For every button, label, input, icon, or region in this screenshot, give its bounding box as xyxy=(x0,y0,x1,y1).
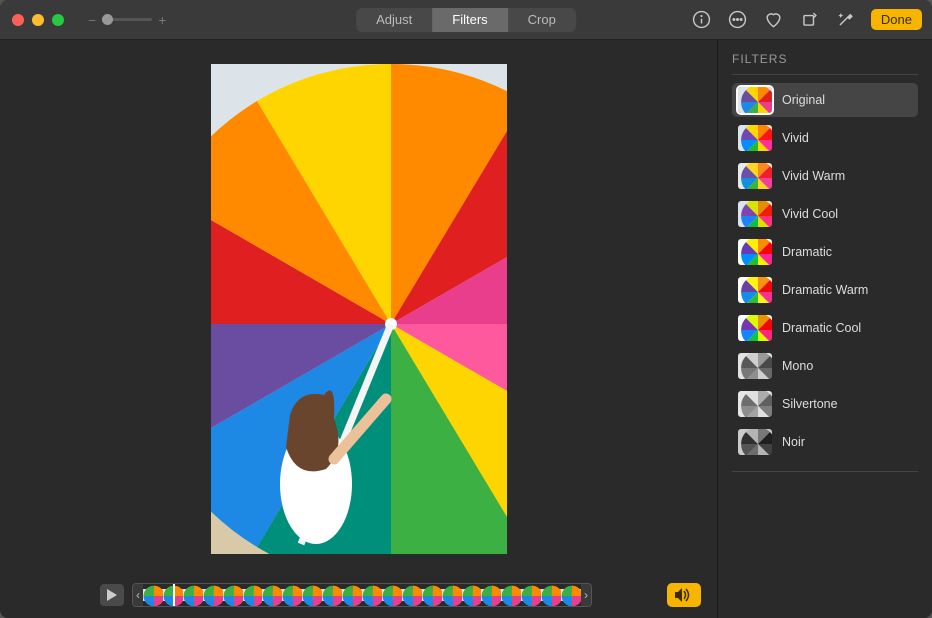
filter-item-dramaticcool[interactable]: Dramatic Cool xyxy=(732,311,918,345)
canvas-center xyxy=(0,40,717,578)
video-timeline[interactable]: ‹ xyxy=(132,583,592,607)
info-icon[interactable] xyxy=(691,9,713,31)
filter-thumbnail xyxy=(738,239,772,265)
filter-label: Mono xyxy=(782,359,813,373)
filter-thumbnail xyxy=(738,163,772,189)
filter-item-dramatic[interactable]: Dramatic xyxy=(732,235,918,269)
filter-label: Original xyxy=(782,93,825,107)
app-window: − + Adjust Filters Crop xyxy=(0,0,932,618)
filter-item-vivid[interactable]: Vivid xyxy=(732,121,918,155)
timeline-frames[interactable] xyxy=(143,584,581,606)
zoom-track[interactable] xyxy=(102,18,152,21)
filter-label: Silvertone xyxy=(782,397,838,411)
filter-label: Dramatic Cool xyxy=(782,321,861,335)
sidebar-divider xyxy=(732,471,918,472)
filter-label: Dramatic xyxy=(782,245,832,259)
volume-button[interactable] xyxy=(667,583,701,607)
done-button[interactable]: Done xyxy=(871,9,922,30)
rotate-icon[interactable] xyxy=(799,9,821,31)
filter-label: Vivid Cool xyxy=(782,207,838,221)
filter-thumbnail xyxy=(738,201,772,227)
filters-sidebar: FILTERS Original Vivid Vivid Warm Vivid Coo… xyxy=(717,40,932,618)
trim-end-handle[interactable]: › xyxy=(581,584,591,606)
filter-thumbnail xyxy=(738,125,772,151)
filter-thumbnail xyxy=(738,87,772,113)
zoom-slider[interactable]: − + xyxy=(88,12,166,28)
play-button[interactable] xyxy=(100,584,124,606)
window-controls xyxy=(0,14,64,26)
toolbar-right: Done xyxy=(691,9,922,31)
titlebar: − + Adjust Filters Crop xyxy=(0,0,932,40)
filter-item-mono[interactable]: Mono xyxy=(732,349,918,383)
filter-thumbnail xyxy=(738,429,772,455)
tab-adjust[interactable]: Adjust xyxy=(356,8,432,32)
sidebar-title: FILTERS xyxy=(732,52,918,75)
more-icon[interactable] xyxy=(727,9,749,31)
filter-label: Noir xyxy=(782,435,805,449)
filter-thumbnail xyxy=(738,391,772,417)
tab-crop[interactable]: Crop xyxy=(508,8,576,32)
filter-label: Vivid xyxy=(782,131,809,145)
edit-mode-tabs: Adjust Filters Crop xyxy=(356,8,576,32)
zoom-in-icon[interactable]: + xyxy=(158,12,166,28)
filter-thumbnail xyxy=(738,353,772,379)
fullscreen-window-button[interactable] xyxy=(52,14,64,26)
canvas-area: ‹ xyxy=(0,40,717,618)
filter-item-silvertone[interactable]: Silvertone xyxy=(732,387,918,421)
main-photo xyxy=(211,64,507,554)
filter-thumbnail xyxy=(738,277,772,303)
playhead[interactable] xyxy=(173,583,175,607)
filter-thumbnail xyxy=(738,315,772,341)
favorite-heart-icon[interactable] xyxy=(763,9,785,31)
filter-item-noir[interactable]: Noir xyxy=(732,425,918,459)
close-window-button[interactable] xyxy=(12,14,24,26)
filter-list: Original Vivid Vivid Warm Vivid Cool Dramati… xyxy=(732,83,918,459)
filter-label: Dramatic Warm xyxy=(782,283,868,297)
filter-label: Vivid Warm xyxy=(782,169,845,183)
auto-enhance-icon[interactable] xyxy=(835,9,857,31)
trim-start-handle[interactable]: ‹ xyxy=(133,584,143,606)
editor-body: ‹ xyxy=(0,40,932,618)
filter-item-vividwarm[interactable]: Vivid Warm xyxy=(732,159,918,193)
zoom-thumb[interactable] xyxy=(102,14,113,25)
filter-item-original[interactable]: Original xyxy=(732,83,918,117)
zoom-out-icon[interactable]: − xyxy=(88,12,96,28)
video-timeline-bar: ‹ xyxy=(0,578,717,618)
filter-item-vividcool[interactable]: Vivid Cool xyxy=(732,197,918,231)
minimize-window-button[interactable] xyxy=(32,14,44,26)
tab-filters[interactable]: Filters xyxy=(432,8,507,32)
filter-item-dramaticwarm[interactable]: Dramatic Warm xyxy=(732,273,918,307)
